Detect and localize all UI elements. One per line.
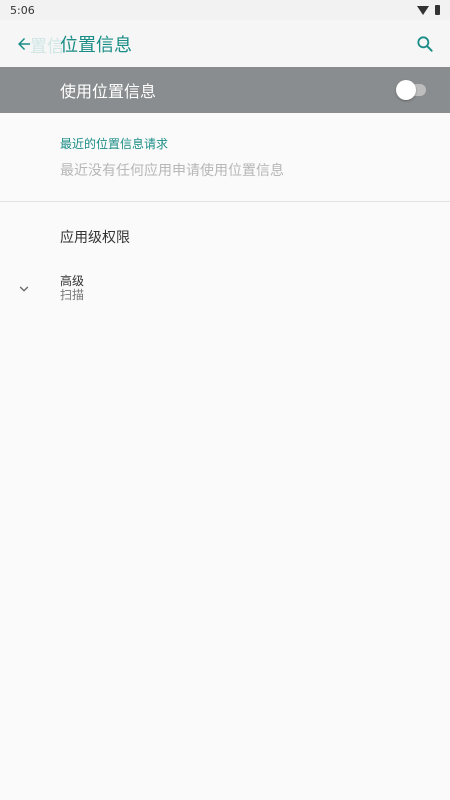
- search-icon: [417, 36, 433, 52]
- page-title: 位置信息: [60, 35, 132, 56]
- location-toggle[interactable]: [396, 80, 426, 100]
- battery-icon: [435, 5, 440, 15]
- toolbar: 置信 位置信息: [0, 20, 450, 67]
- app-level-permissions-label: 应用级权限: [60, 230, 130, 246]
- recent-requests-header: 最近的位置信息请求: [60, 137, 169, 151]
- wifi-icon: [417, 5, 429, 15]
- recent-requests-empty: 最近没有任何应用申请使用位置信息: [60, 163, 284, 179]
- status-time: 5:06: [10, 3, 35, 17]
- location-master-switch[interactable]: 使用位置信息: [0, 67, 450, 113]
- status-bar: 5:06: [0, 0, 450, 20]
- search-button[interactable]: [410, 29, 440, 59]
- status-icons: [417, 5, 440, 15]
- chevron-down-icon: [19, 286, 29, 292]
- app-level-permissions[interactable]: 应用级权限: [0, 202, 450, 272]
- toggle-knob: [396, 80, 416, 100]
- advanced-summary: 扫描: [60, 288, 85, 302]
- master-switch-label: 使用位置信息: [60, 82, 157, 101]
- advanced-section[interactable]: 高级 扫描: [0, 272, 450, 316]
- ghost-title: 置信: [30, 37, 64, 57]
- advanced-title: 高级: [60, 274, 85, 288]
